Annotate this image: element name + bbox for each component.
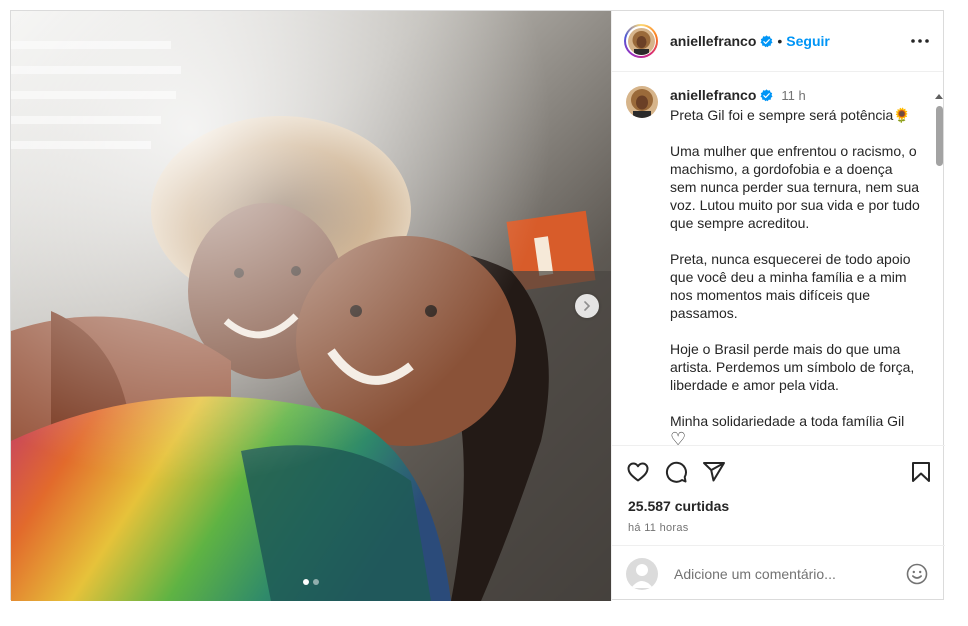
author-username[interactable]: aniellefranco [670,33,756,49]
caption: aniellefranco 11 h Preta Gil foi e sempr… [612,72,945,445]
caption-username[interactable]: aniellefranco [670,87,756,103]
post-dialog: aniellefranco • Seguir aniellefranco 11 … [10,10,945,601]
more-options-icon[interactable] [911,39,929,43]
caption-text: Preta Gil foi e sempre será potência🌻 Um… [670,106,922,445]
avatar-photo [627,27,655,55]
heart-icon[interactable] [626,460,650,484]
post-media[interactable] [11,11,611,601]
comment-icon[interactable] [664,460,688,484]
carousel-dot [313,579,319,585]
likes-count[interactable]: 25.587 curtidas [612,498,945,514]
follow-button[interactable]: Seguir [786,33,830,49]
post-timestamp[interactable]: há 11 horas [612,522,945,534]
post-header: aniellefranco • Seguir [612,11,943,72]
caption-time[interactable]: 11 h [781,88,805,103]
verified-badge-icon [760,34,773,48]
verified-badge-icon [760,88,773,102]
user-avatar [626,557,658,590]
post-photo [11,11,611,601]
author-avatar[interactable] [624,24,658,58]
carousel-dot-active [303,579,309,585]
comment-bar [612,545,945,601]
scrollbar-thumb[interactable] [936,106,943,166]
comment-input[interactable] [672,564,905,583]
carousel-indicator [303,579,319,585]
caption-first-line: Preta Gil foi e sempre será potência [670,107,894,123]
next-slide-button[interactable] [575,294,599,318]
default-avatar-icon [631,563,653,588]
header-separator: • [777,33,783,49]
post-actions: 25.587 curtidas há 11 horas [612,445,945,534]
caption-scrollbar[interactable] [933,94,945,445]
share-icon[interactable] [702,460,726,484]
heart-emoji: ♡ [670,429,687,445]
caption-scroll-area[interactable]: aniellefranco 11 h Preta Gil foi e sempr… [612,72,945,445]
emoji-icon[interactable] [905,562,929,586]
sunflower-emoji: 🌻 [893,107,911,123]
bookmark-icon[interactable] [909,460,933,484]
post-side-panel: aniellefranco • Seguir aniellefranco 11 … [611,11,945,601]
chevron-right-icon [584,301,591,311]
avatar-photo [626,86,658,118]
caption-avatar[interactable] [626,86,658,118]
caption-body: Uma mulher que enfrentou o racismo, o ma… [670,143,920,429]
scroll-up-arrow-icon[interactable] [935,94,943,99]
